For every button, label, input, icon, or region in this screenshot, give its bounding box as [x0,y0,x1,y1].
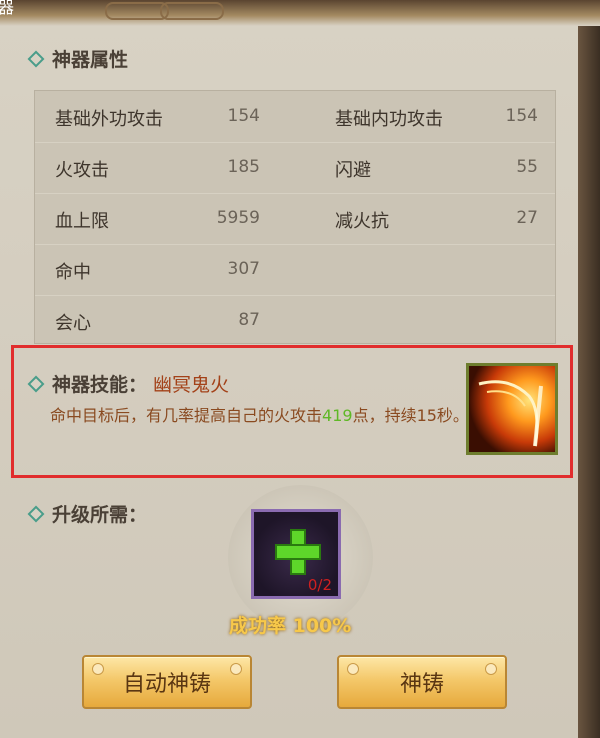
attribute-value: 307 [227,259,260,279]
skill-title: 神器技能： 幽冥鬼火 [27,370,230,397]
attributes-table: 基础外功攻击 154 基础内功攻击 154 火攻击 185 闪避 55 血上限 … [34,90,556,344]
attribute-row: 会心 87 [35,295,555,346]
upgrade-section-title: 升级所需： [27,500,148,527]
attribute-row: 命中 307 [35,244,555,296]
attribute-label: 基础外功攻击 [55,109,163,130]
skill-desc-part2: 点，持续15秒。 [352,406,469,425]
attribute-value: 87 [238,310,260,330]
attribute-value: 154 [505,106,538,126]
attribute-value: 5959 [216,208,260,228]
attribute-label: 闪避 [335,160,371,181]
button-ornament [92,663,104,675]
upgrade-title-text: 升级所需： [52,504,148,526]
skill-title-text: 神器技能： [52,374,148,396]
attributes-title-text: 神器属性 [52,49,129,71]
plus-icon [275,529,321,575]
button-ornament [485,663,497,675]
skill-description: 命中目标后，有几率提高自己的火攻击419点，持续15秒。 [50,402,470,430]
attribute-label: 火攻击 [55,160,109,181]
attributes-section-title: 神器属性 [27,45,129,72]
auto-forge-button[interactable]: 自动神铸 [82,655,252,709]
attribute-row: 火攻击 185 闪避 55 [35,142,555,194]
attribute-label: 基础内功攻击 [335,109,443,130]
diamond-bullet-icon [27,505,45,522]
slot-count: 0/2 [307,576,332,594]
fire-slash-icon[interactable] [466,363,558,455]
attribute-row: 基础外功攻击 154 基础内功攻击 154 [35,91,555,143]
tab-fragment-label: 器 [0,0,15,17]
attribute-label: 会心 [55,313,91,334]
attribute-value: 27 [516,208,538,228]
skill-desc-part1: 命中目标后，有几率提高自己的火攻击 [50,406,323,425]
diamond-bullet-icon [27,375,45,392]
ornament-scroll-right [160,2,224,20]
auto-forge-label: 自动神铸 [122,672,211,697]
button-ornament [347,663,359,675]
attribute-label: 命中 [55,262,91,283]
button-ornament [230,663,242,675]
skill-section-highlight: 神器技能： 幽冥鬼火 命中目标后，有几率提高自己的火攻击419点，持续15秒。 [11,345,573,478]
attribute-value: 185 [227,157,260,177]
attribute-value: 55 [516,157,538,177]
upgrade-material-slot[interactable]: 0/2 [251,509,341,599]
success-rate: 成功率 100% [229,615,352,637]
attribute-value: 154 [227,106,260,126]
skill-name: 幽冥鬼火 [153,374,230,396]
attribute-row: 血上限 5959 减火抗 27 [35,193,555,245]
top-ornament: 器 [0,0,600,26]
attribute-label: 血上限 [55,211,109,232]
diamond-bullet-icon [27,50,45,67]
panel-frame-right [578,0,600,738]
skill-desc-value: 419 [322,406,353,425]
forge-label: 神铸 [399,672,444,697]
attribute-label: 减火抗 [335,211,389,232]
forge-button[interactable]: 神铸 [337,655,507,709]
